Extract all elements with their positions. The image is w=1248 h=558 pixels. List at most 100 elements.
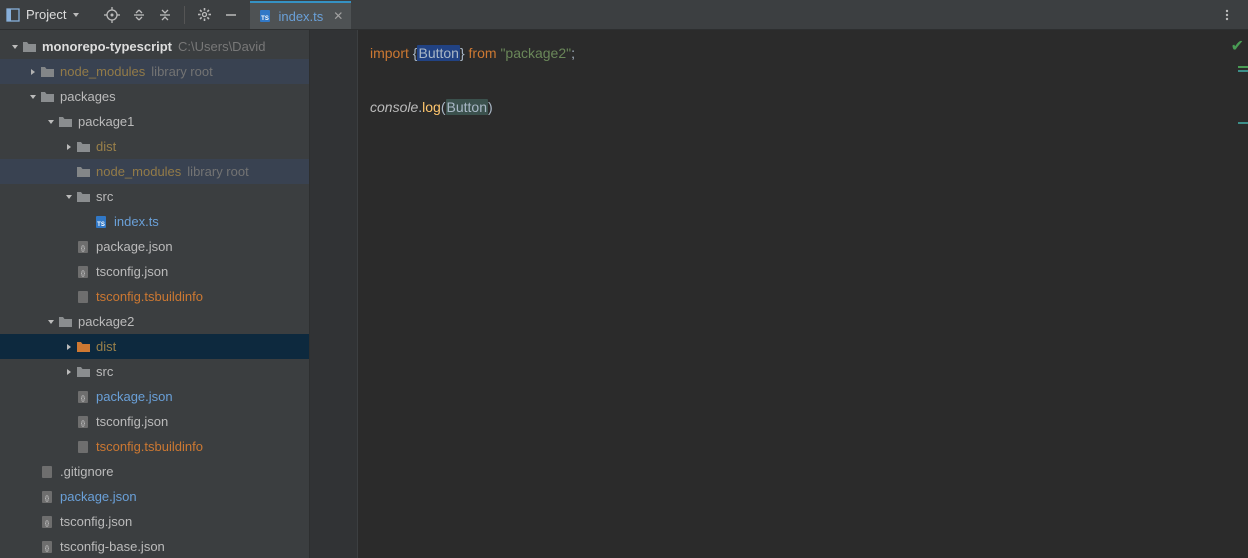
file-icon: [76, 290, 90, 304]
mark-teal: [1238, 70, 1248, 72]
tree-hint: C:\Users\David: [178, 39, 265, 54]
file-icon: [40, 465, 54, 479]
tree-root-tsconfig[interactable]: {} tsconfig.json: [0, 509, 309, 534]
tree-package1[interactable]: package1: [0, 109, 309, 134]
editor-content[interactable]: import {Button} from "package2"; console…: [358, 30, 1248, 558]
tree-pkg2-tsconfig[interactable]: {} tsconfig.json: [0, 409, 309, 434]
gear-icon: [197, 7, 212, 22]
svg-text:TS: TS: [97, 222, 105, 228]
tree-pkg2-src[interactable]: src: [0, 359, 309, 384]
chevron-down-icon: [10, 42, 20, 52]
expand-all-button[interactable]: [126, 0, 152, 29]
tree-label: tsconfig.json: [96, 414, 168, 429]
tree-root[interactable]: monorepo-typescript C:\Users\David: [0, 34, 309, 59]
project-panel-button[interactable]: Project: [0, 0, 88, 29]
tree-pkg1-dist[interactable]: dist: [0, 134, 309, 159]
json-file-icon: {}: [76, 240, 90, 254]
chevron-right-icon: [28, 67, 38, 77]
tab-filename: index.ts: [278, 9, 323, 24]
folder-icon: [40, 90, 55, 103]
code-line: [370, 67, 1248, 94]
json-file-icon: {}: [40, 490, 54, 504]
ts-file-icon: TS: [258, 9, 272, 23]
more-vertical-icon: [1220, 8, 1234, 22]
tree-pkg2-tsbuildinfo[interactable]: tsconfig.tsbuildinfo: [0, 434, 309, 459]
tree-label: packages: [60, 89, 116, 104]
svg-text:{}: {}: [81, 396, 85, 402]
collapse-icon: [158, 8, 172, 22]
tree-pkg1-packagejson[interactable]: {} package.json: [0, 234, 309, 259]
chevron-down-icon: [72, 11, 80, 19]
svg-text:{}: {}: [45, 546, 49, 552]
tree-pkg1-src[interactable]: src: [0, 184, 309, 209]
tree-pkg2-packagejson[interactable]: {} package.json: [0, 384, 309, 409]
chevron-down-icon: [28, 92, 38, 102]
folder-icon: [76, 340, 91, 353]
tree-label: .gitignore: [60, 464, 113, 479]
tree-label: node_modules: [96, 164, 181, 179]
json-file-icon: {}: [40, 540, 54, 554]
tree-pkg1-nm[interactable]: node_modules library root: [0, 159, 309, 184]
svg-text:{}: {}: [45, 521, 49, 527]
tree-label: index.ts: [114, 214, 159, 229]
check-icon: ✔: [1231, 36, 1244, 56]
tree-label: tsconfig.json: [60, 514, 132, 529]
ts-file-icon: TS: [94, 215, 108, 229]
more-button[interactable]: [1214, 8, 1240, 22]
collapse-all-button[interactable]: [152, 0, 178, 29]
code-line: console.log(Button): [370, 94, 1248, 121]
json-file-icon: {}: [76, 415, 90, 429]
hide-button[interactable]: [218, 0, 244, 29]
tree-node-modules[interactable]: node_modules library root: [0, 59, 309, 84]
settings-button[interactable]: [191, 0, 218, 29]
close-icon[interactable]: ✕: [333, 9, 343, 23]
locate-button[interactable]: [98, 0, 126, 29]
mark-teal: [1238, 122, 1248, 124]
tree-pkg1-index[interactable]: TS index.ts: [0, 209, 309, 234]
tree-hint: library root: [151, 64, 212, 79]
toolbar-separator: [184, 6, 185, 24]
editor-tabs: TS index.ts ✕: [250, 0, 351, 29]
svg-text:TS: TS: [262, 16, 270, 22]
folder-icon: [22, 40, 37, 53]
project-icon: [6, 8, 20, 22]
tree-label: package2: [78, 314, 134, 329]
tree-gitignore[interactable]: .gitignore: [0, 459, 309, 484]
folder-icon: [58, 315, 73, 328]
tree-label: node_modules: [60, 64, 145, 79]
tree-label: monorepo-typescript: [42, 39, 172, 54]
svg-text:{}: {}: [45, 496, 49, 502]
tree-label: package.json: [96, 389, 173, 404]
tree-label: package.json: [96, 239, 173, 254]
tree-label: dist: [96, 139, 116, 154]
target-icon: [104, 7, 120, 23]
tree-package2[interactable]: package2: [0, 309, 309, 334]
tree-label: dist: [96, 339, 116, 354]
chevron-down-icon: [46, 117, 56, 127]
folder-icon: [40, 65, 55, 78]
tree-label: src: [96, 189, 113, 204]
code-editor[interactable]: import {Button} from "package2"; console…: [310, 30, 1248, 558]
tree-label: package1: [78, 114, 134, 129]
tree-root-tsconfig-base[interactable]: {} tsconfig-base.json: [0, 534, 309, 558]
tree-pkg2-dist[interactable]: dist: [0, 334, 309, 359]
tree-root-packagejson[interactable]: {} package.json: [0, 484, 309, 509]
project-sidebar: monorepo-typescript C:\Users\David node_…: [0, 30, 310, 558]
file-icon: [76, 440, 90, 454]
tree-pkg1-tsbuildinfo[interactable]: tsconfig.tsbuildinfo: [0, 284, 309, 309]
folder-icon: [76, 190, 91, 203]
project-label: Project: [26, 7, 66, 22]
folder-icon: [76, 140, 91, 153]
editor-marks: ✔: [1234, 30, 1248, 558]
svg-text:{}: {}: [81, 271, 85, 277]
tab-index-ts[interactable]: TS index.ts ✕: [250, 1, 351, 29]
tree-label: package.json: [60, 489, 137, 504]
project-tree[interactable]: monorepo-typescript C:\Users\David node_…: [0, 30, 309, 558]
tree-hint: library root: [187, 164, 248, 179]
folder-icon: [76, 165, 91, 178]
tree-packages[interactable]: packages: [0, 84, 309, 109]
tree-pkg1-tsconfig[interactable]: {} tsconfig.json: [0, 259, 309, 284]
expand-icon: [132, 8, 146, 22]
svg-text:{}: {}: [81, 246, 85, 252]
code-line: import {Button} from "package2";: [370, 40, 1248, 67]
